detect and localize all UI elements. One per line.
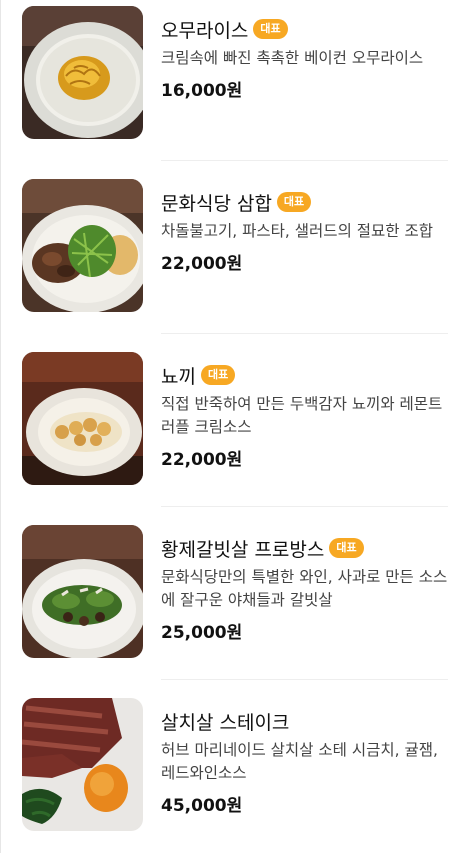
menu-list: 오무라이스 대표 크림속에 빠진 촉촉한 베이컨 오무라이스 16,000원 문… [0, 0, 466, 853]
signature-badge: 대표 [276, 192, 312, 212]
menu-item-description: 크림속에 빠진 촉촉한 베이컨 오무라이스 [161, 49, 424, 67]
menu-item-salchisal-steak[interactable]: 살치살 스테이크 허브 마리네이드 살치살 소테 시금치, 귤잼, 레드와인소스… [0, 692, 466, 865]
divider [161, 160, 448, 161]
omurice-plate-image[interactable] [22, 6, 143, 139]
menu-item-info: 오무라이스 대표 크림속에 빠진 촉촉한 베이컨 오무라이스 16,000원 [161, 14, 451, 101]
menu-item-info: 뇨끼 대표 직접 반죽하여 만든 두백감자 뇨끼와 레몬트러플 크림소스 22,… [161, 360, 451, 470]
menu-item-gnocchi[interactable]: 뇨끼 대표 직접 반죽하여 만든 두백감자 뇨끼와 레몬트러플 크림소스 22,… [0, 346, 466, 519]
menu-item-description: 문화식당만의 특별한 와인, 사과로 만든 소스에 잘구운 야채들과 갈빗살 [161, 568, 448, 609]
menu-item-name: 황제갈빗살 프로방스 [161, 538, 325, 561]
menu-item-price: 22,000원 [161, 450, 243, 470]
samhap-plate-image[interactable] [22, 179, 143, 312]
menu-item-samhap[interactable]: 문화식당 삼합 대표 차돌불고기, 파스타, 샐러드의 절묘한 조합 22,00… [0, 173, 466, 346]
menu-item-info: 살치살 스테이크 허브 마리네이드 살치살 소테 시금치, 귤잼, 레드와인소스… [161, 706, 451, 817]
divider [161, 506, 448, 507]
menu-item-price: 22,000원 [161, 254, 243, 274]
divider [161, 333, 448, 334]
menu-item-name: 뇨끼 [161, 365, 196, 388]
menu-item-price: 25,000원 [161, 623, 243, 643]
menu-item-description: 허브 마리네이드 살치살 소테 시금치, 귤잼, 레드와인소스 [161, 741, 438, 782]
signature-badge: 대표 [329, 538, 364, 558]
menu-item-price: 16,000원 [161, 81, 243, 101]
menu-item-name: 살치살 스테이크 [161, 711, 290, 734]
menu-item-name: 오무라이스 [161, 19, 249, 42]
menu-item-omurice[interactable]: 오무라이스 대표 크림속에 빠진 촉촉한 베이컨 오무라이스 16,000원 [0, 0, 466, 173]
divider [161, 679, 448, 680]
gnocchi-plate-image[interactable] [22, 352, 143, 485]
menu-item-description: 직접 반죽하여 만든 두백감자 뇨끼와 레몬트러플 크림소스 [161, 395, 443, 436]
steak-plate-image[interactable] [22, 698, 143, 831]
menu-item-name: 문화식당 삼합 [161, 192, 272, 215]
signature-badge: 대표 [200, 365, 236, 385]
menu-item-price: 45,000원 [161, 796, 243, 816]
menu-item-info: 황제갈빗살 프로방스 대표 문화식당만의 특별한 와인, 사과로 만든 소스에 … [161, 533, 451, 643]
menu-item-galbi-provence[interactable]: 황제갈빗살 프로방스 대표 문화식당만의 특별한 와인, 사과로 만든 소스에 … [0, 519, 466, 692]
menu-item-info: 문화식당 삼합 대표 차돌불고기, 파스타, 샐러드의 절묘한 조합 22,00… [161, 187, 451, 274]
galbi-plate-image[interactable] [22, 525, 143, 658]
menu-item-description: 차돌불고기, 파스타, 샐러드의 절묘한 조합 [161, 222, 433, 240]
signature-badge: 대표 [253, 19, 288, 39]
